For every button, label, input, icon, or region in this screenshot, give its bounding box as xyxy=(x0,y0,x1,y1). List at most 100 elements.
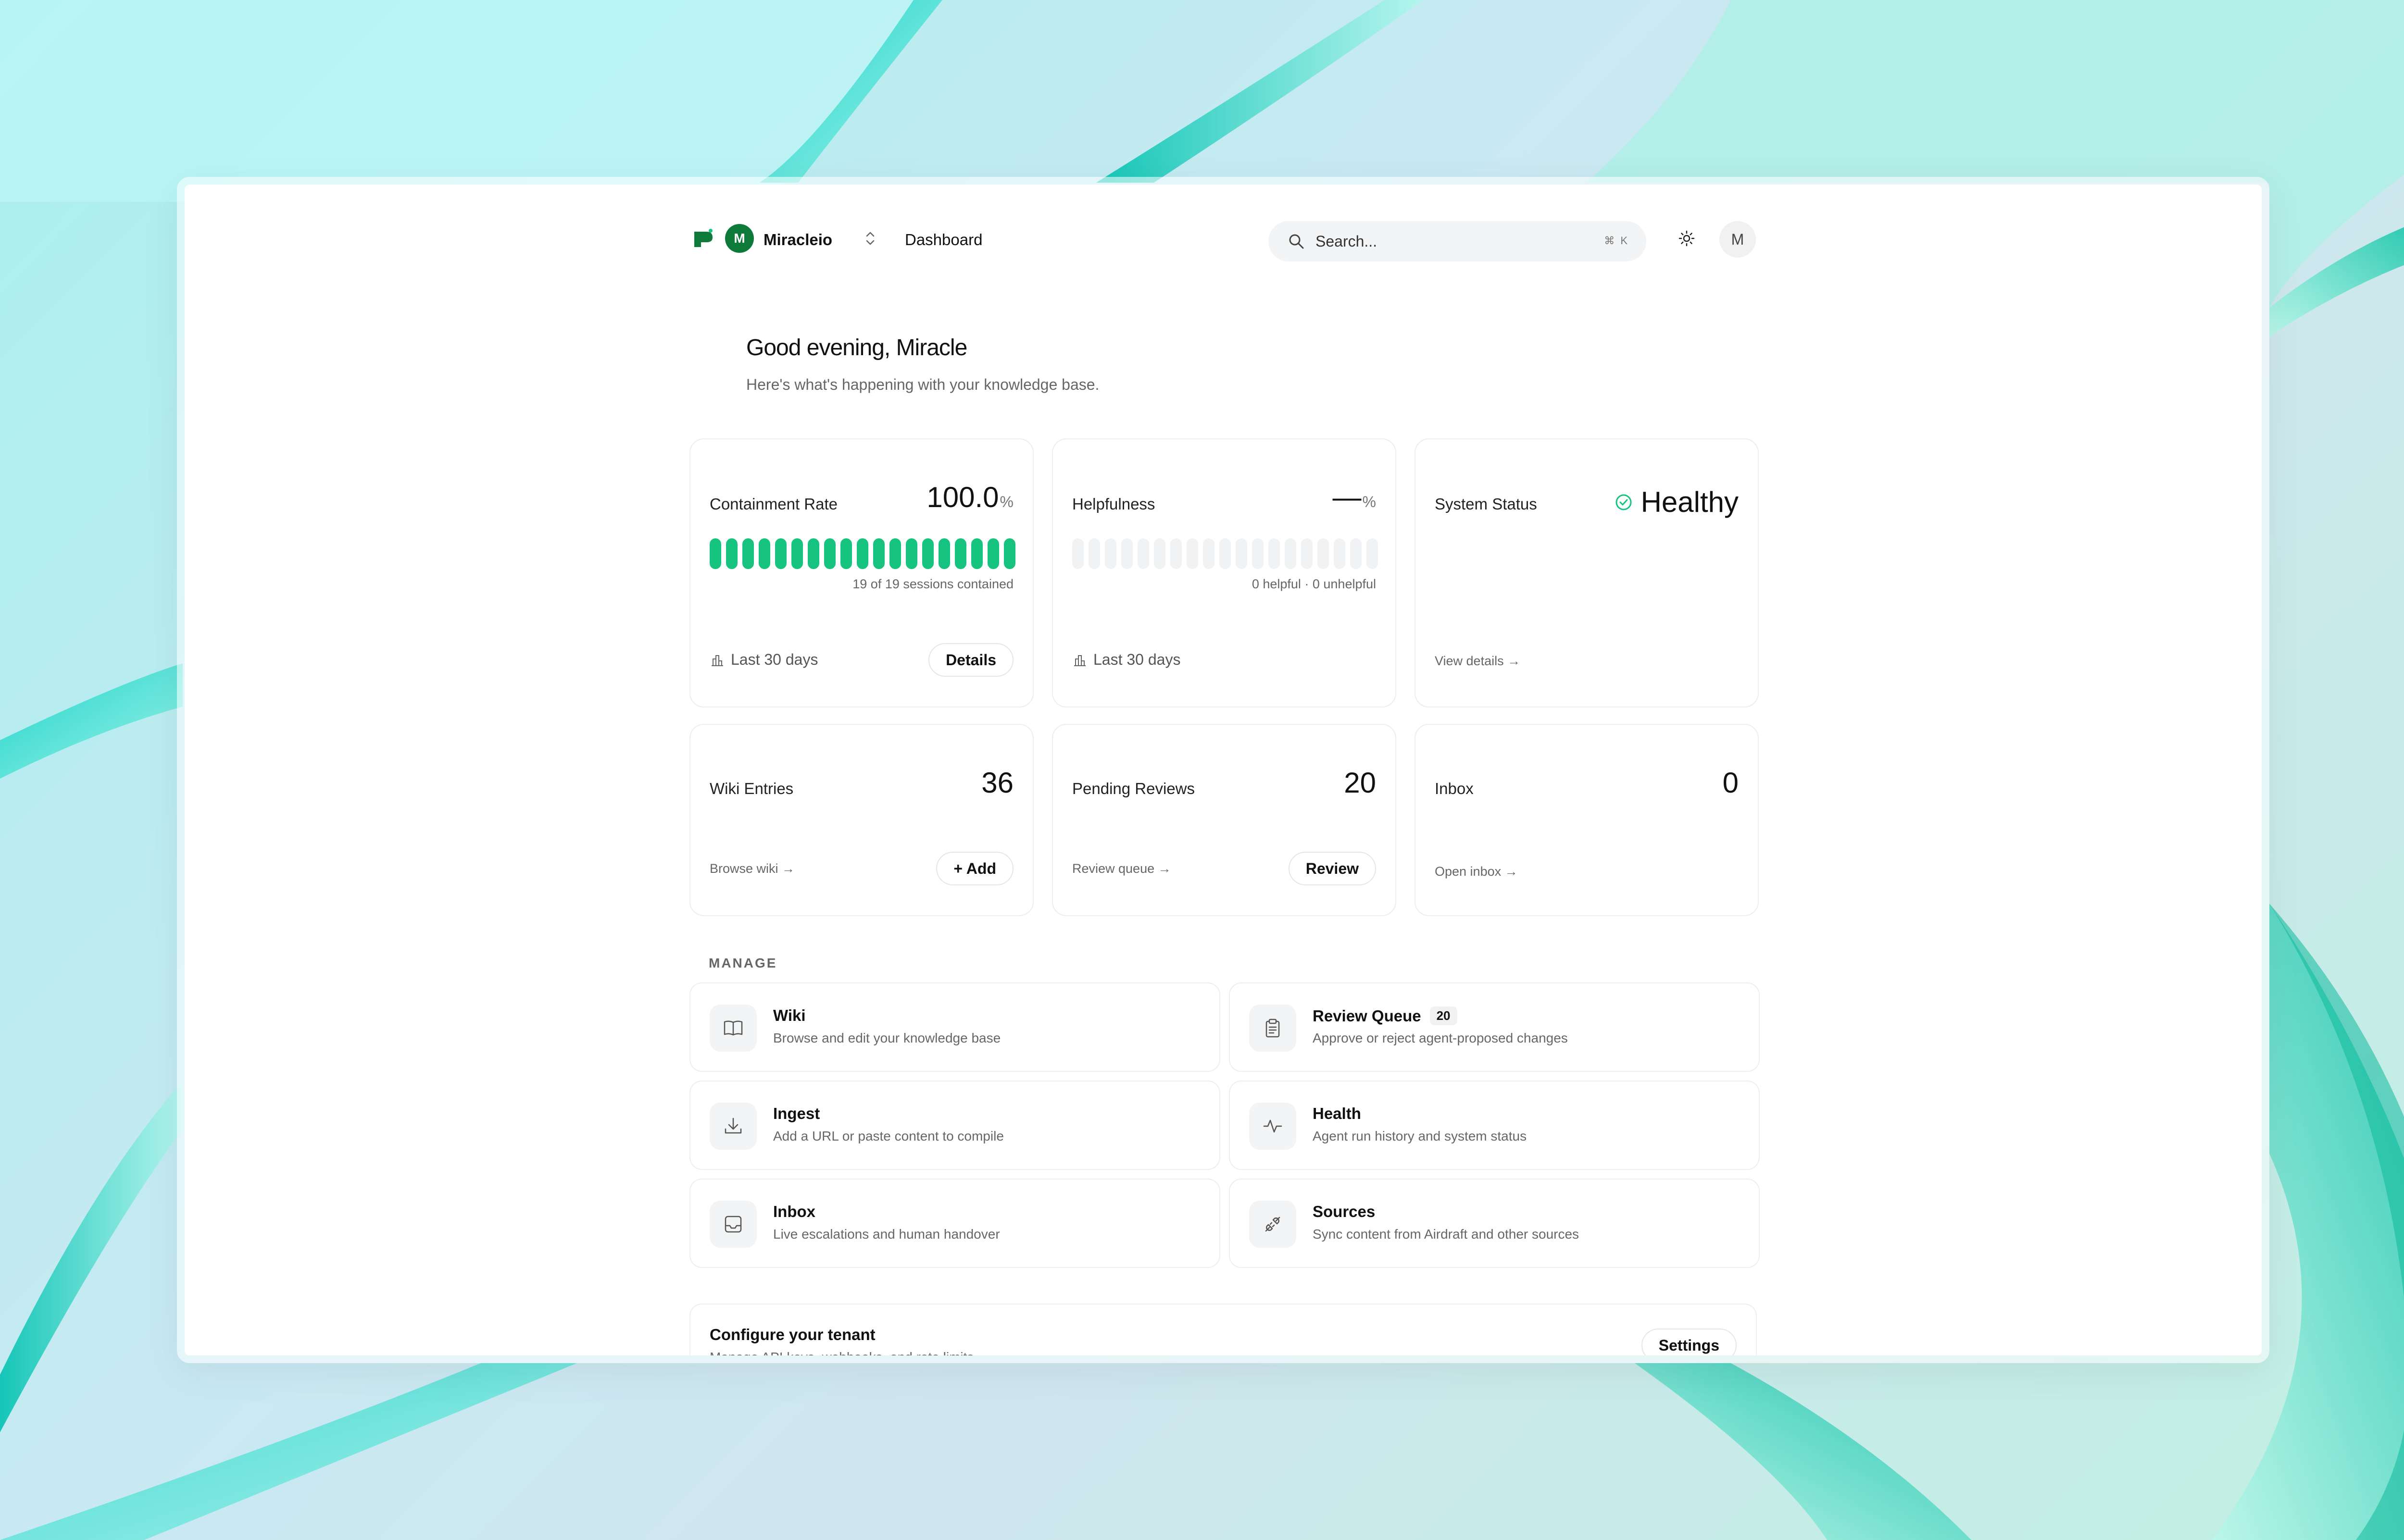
session-bar xyxy=(1154,538,1165,569)
theme-toggle-button[interactable] xyxy=(1672,224,1701,253)
plug-icon xyxy=(1265,1217,1280,1232)
manage-item-desc: Sync content from Airdraft and other sou… xyxy=(1313,1227,1579,1242)
card-label: Helpfulness xyxy=(1072,495,1155,513)
search-input[interactable] xyxy=(1315,231,1585,252)
manage-health[interactable]: Health Agent run history and system stat… xyxy=(1229,1080,1760,1170)
period-text: Last 30 days xyxy=(1093,651,1181,668)
title-text: Review Queue xyxy=(1313,1006,1421,1025)
card-label: Inbox xyxy=(1435,780,1474,797)
card-value: —% xyxy=(1333,481,1376,514)
user-avatar[interactable]: M xyxy=(1719,221,1756,258)
status-value: Healthy xyxy=(1614,485,1739,519)
title-text: Inbox xyxy=(773,1203,815,1220)
sessions-caption: 19 of 19 sessions contained xyxy=(852,577,1014,591)
manage-item-title: Sources xyxy=(1313,1203,1375,1221)
inbox-icon-wrap xyxy=(710,1201,757,1248)
review-queue-link[interactable]: Review queue → xyxy=(1072,861,1171,876)
session-bar xyxy=(742,538,754,569)
chevron-up-down-icon[interactable] xyxy=(864,230,876,247)
session-bar xyxy=(873,538,885,569)
session-bar xyxy=(1334,538,1345,569)
session-bar xyxy=(939,538,950,569)
period-label: Last 30 days xyxy=(1072,651,1180,669)
session-bar xyxy=(824,538,836,569)
card-label: Containment Rate xyxy=(710,495,838,513)
book-icon-wrap xyxy=(710,1005,757,1052)
containment-bars xyxy=(710,538,1015,569)
session-bar xyxy=(726,538,738,569)
manage-wiki[interactable]: Wiki Browse and edit your knowledge base xyxy=(689,982,1220,1072)
app-window: M Miracleio Dashboard ⌘ K xyxy=(185,185,2262,1355)
review-button[interactable]: Review xyxy=(1288,852,1376,885)
plug-icon-wrap xyxy=(1249,1201,1296,1248)
inbox-value: 0 xyxy=(1722,767,1739,799)
clipboard-icon xyxy=(1265,1018,1280,1038)
system-status-card: System Status Healthy View details → xyxy=(1415,438,1759,708)
session-bar xyxy=(1105,538,1116,569)
search-bar[interactable]: ⌘ K xyxy=(1268,221,1646,261)
session-bar xyxy=(988,538,999,569)
manage-item-desc: Browse and edit your knowledge base xyxy=(773,1031,1001,1045)
sun-icon xyxy=(1678,230,1695,247)
card-label: Pending Reviews xyxy=(1072,780,1195,797)
configure-title: Configure your tenant xyxy=(710,1326,876,1343)
view-details-link[interactable]: View details → xyxy=(1435,654,1520,669)
download-icon xyxy=(725,1118,742,1134)
browse-wiki-link[interactable]: Browse wiki → xyxy=(710,861,795,876)
configure-desc: Manage API keys, webhooks, and rate limi… xyxy=(710,1350,974,1355)
helpfulness-card: Helpfulness —% 0 helpful · 0 unhelpful L… xyxy=(1052,438,1396,708)
search-icon xyxy=(1289,234,1304,249)
session-bar xyxy=(1089,538,1100,569)
manage-section-label: MANAGE xyxy=(709,956,777,970)
session-bar xyxy=(1301,538,1313,569)
session-bar xyxy=(1285,538,1296,569)
manage-item-desc: Agent run history and system status xyxy=(1313,1129,1527,1143)
pending-reviews-card: Pending Reviews 20 Review queue → Review xyxy=(1052,724,1396,916)
session-bar xyxy=(955,538,966,569)
session-bar xyxy=(1121,538,1133,569)
percent-unit: % xyxy=(1000,493,1014,510)
session-bar xyxy=(889,538,901,569)
manage-item-title: Inbox xyxy=(773,1203,815,1221)
open-inbox-link[interactable]: Open inbox → xyxy=(1435,864,1518,879)
session-bar xyxy=(906,538,917,569)
title-text: Sources xyxy=(1313,1203,1376,1220)
inbox-card: Inbox 0 Open inbox → xyxy=(1415,724,1759,916)
manage-review-queue[interactable]: Review Queue 20 Approve or reject agent-… xyxy=(1229,982,1760,1072)
card-label: Wiki Entries xyxy=(710,780,794,797)
manage-inbox[interactable]: Inbox Live escalations and human handove… xyxy=(689,1179,1220,1268)
org-avatar[interactable]: M xyxy=(725,224,754,253)
manage-item-desc: Approve or reject agent-proposed changes xyxy=(1313,1031,1568,1045)
containment-rate-value: 100.0 xyxy=(927,481,999,513)
activity-icon xyxy=(1263,1119,1282,1133)
manage-ingest[interactable]: Ingest Add a URL or paste content to com… xyxy=(689,1080,1220,1170)
book-icon xyxy=(724,1020,743,1036)
session-bar xyxy=(1252,538,1264,569)
org-switcher-name[interactable]: Miracleio xyxy=(764,231,832,249)
helpfulness-bars xyxy=(1072,538,1378,569)
title-text: Wiki xyxy=(773,1006,806,1024)
details-button[interactable]: Details xyxy=(928,643,1014,677)
card-label: System Status xyxy=(1435,495,1537,513)
settings-button[interactable]: Settings xyxy=(1641,1329,1737,1355)
manage-item-desc: Live escalations and human handover xyxy=(773,1227,1000,1242)
session-bar xyxy=(808,538,819,569)
period-text: Last 30 days xyxy=(731,651,818,668)
manage-sources[interactable]: Sources Sync content from Airdraft and o… xyxy=(1229,1179,1760,1268)
nav-dashboard-link[interactable]: Dashboard xyxy=(905,231,982,249)
wiki-entries-value: 36 xyxy=(981,767,1014,799)
session-bar xyxy=(791,538,803,569)
session-bar xyxy=(1350,538,1362,569)
session-bar xyxy=(759,538,770,569)
app-logo-icon[interactable] xyxy=(692,228,714,250)
add-wiki-button[interactable]: + Add xyxy=(936,852,1014,885)
helpfulness-value: — xyxy=(1332,481,1362,513)
session-bar xyxy=(1268,538,1280,569)
session-bar xyxy=(1317,538,1329,569)
manage-item-title: Review Queue 20 xyxy=(1313,1006,1457,1025)
session-bar xyxy=(775,538,787,569)
session-bar xyxy=(1170,538,1182,569)
manage-item-title: Wiki xyxy=(773,1006,806,1025)
session-bar xyxy=(1187,538,1198,569)
manage-item-desc: Add a URL or paste content to compile xyxy=(773,1129,1004,1143)
